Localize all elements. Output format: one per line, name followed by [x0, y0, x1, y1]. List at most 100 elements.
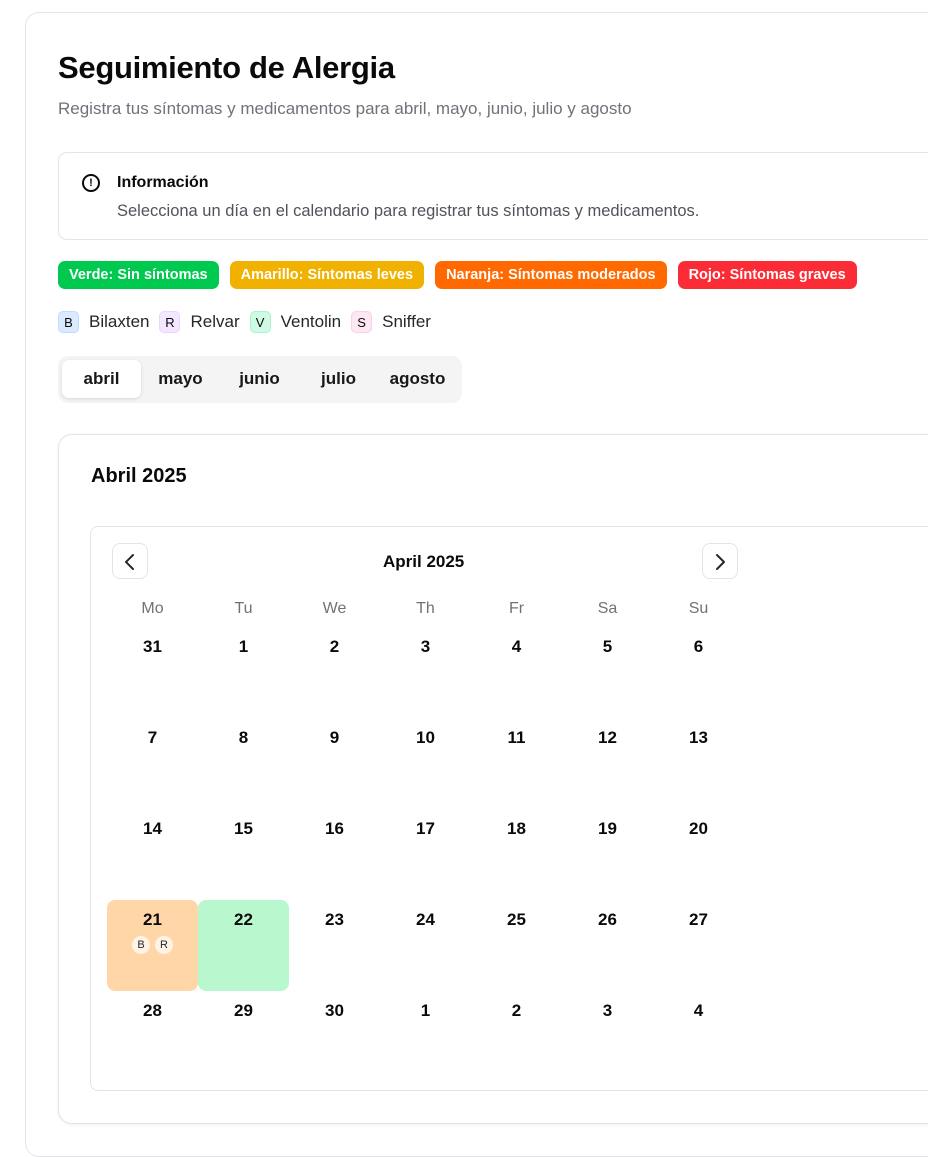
day-medication-badge: R [155, 936, 173, 954]
day-number: 7 [147, 728, 158, 747]
medication-label: Ventolin [280, 312, 342, 331]
day-number: 1 [420, 1001, 431, 1020]
calendar-day[interactable]: 1 [198, 627, 289, 718]
day-number: 23 [325, 910, 344, 929]
weekday-label: Th [416, 600, 435, 617]
day-number: 2 [511, 1001, 522, 1020]
day-number: 16 [325, 819, 344, 838]
calendar-day[interactable]: 21 B R [107, 900, 198, 991]
info-circle-icon: ! [82, 174, 100, 192]
info-title: Información [117, 174, 209, 191]
weekday-label: Tu [234, 600, 253, 617]
day-medication-badge: B [132, 936, 150, 954]
day-number: 20 [689, 819, 708, 838]
calendar-day[interactable]: 12 [562, 718, 653, 809]
day-number: 24 [416, 910, 435, 929]
legend-chip: Rojo: Síntomas graves [677, 261, 857, 289]
calendar-day[interactable]: 22 [198, 900, 289, 991]
calendar-card: Abril 2025 April 2025 Mo Tu We Th Fr Sa Su 31 1 2… [58, 434, 928, 1124]
month-tabs: abril mayo junio julio agosto [58, 356, 462, 403]
day-number: 4 [693, 1001, 704, 1020]
medication-badge: V [249, 311, 271, 333]
tab-julio[interactable]: julio [299, 360, 378, 398]
day-number: 15 [234, 819, 253, 838]
medication-item: R Relvar [159, 311, 240, 333]
day-number: 27 [689, 910, 708, 929]
calendar-day[interactable]: 2 [471, 991, 562, 1082]
calendar-day[interactable]: 4 [653, 991, 744, 1082]
day-number: 31 [143, 637, 162, 656]
day-number: 17 [416, 819, 435, 838]
prev-month-button[interactable] [112, 543, 148, 579]
info-text: Selecciona un día en el calendario para … [117, 202, 700, 220]
day-number: 12 [598, 728, 617, 747]
day-number: 26 [598, 910, 617, 929]
calendar-day[interactable]: 3 [562, 991, 653, 1082]
calendar-day[interactable]: 18 [471, 809, 562, 900]
calendar-day[interactable]: 6 [653, 627, 744, 718]
tab-mayo[interactable]: mayo [141, 360, 220, 398]
page-title: Seguimiento de Alergia [58, 50, 395, 85]
calendar-day[interactable]: 26 [562, 900, 653, 991]
tab-junio[interactable]: junio [220, 360, 299, 398]
calendar-day[interactable]: 1 [380, 991, 471, 1082]
calendar-day[interactable]: 20 [653, 809, 744, 900]
calendar-day[interactable]: 27 [653, 900, 744, 991]
calendar-day[interactable]: 28 [107, 991, 198, 1082]
calendar-day[interactable]: 31 [107, 627, 198, 718]
calendar-day[interactable]: 17 [380, 809, 471, 900]
day-number: 29 [234, 1001, 253, 1020]
calendar-day[interactable]: 30 [289, 991, 380, 1082]
calendar-day[interactable]: 7 [107, 718, 198, 809]
day-number: 9 [329, 728, 340, 747]
calendar-day[interactable]: 10 [380, 718, 471, 809]
severity-legend: Verde: Sin síntomas Amarillo: Síntomas le… [58, 261, 857, 289]
day-number: 13 [689, 728, 708, 747]
calendar-day[interactable]: 2 [289, 627, 380, 718]
day-number: 3 [420, 637, 431, 656]
calendar-day[interactable]: 23 [289, 900, 380, 991]
calendar-day[interactable]: 3 [380, 627, 471, 718]
page-subtitle: Registra tus síntomas y medicamentos par… [58, 99, 632, 118]
calendar: April 2025 Mo Tu We Th Fr Sa Su 31 1 2 3 4 5 6 7 8 9 10 11… [90, 526, 928, 1091]
day-number: 19 [598, 819, 617, 838]
day-number: 3 [602, 1001, 613, 1020]
calendar-day[interactable]: 13 [653, 718, 744, 809]
medication-item: V Ventolin [249, 311, 342, 333]
calendar-day[interactable]: 4 [471, 627, 562, 718]
calendar-day[interactable]: 11 [471, 718, 562, 809]
weekday-label: Su [688, 600, 709, 617]
calendar-day[interactable]: 16 [289, 809, 380, 900]
tab-abril[interactable]: abril [62, 360, 141, 398]
calendar-day[interactable]: 5 [562, 627, 653, 718]
medication-badge: S [351, 311, 373, 333]
calendar-day[interactable]: 15 [198, 809, 289, 900]
day-number: 6 [693, 637, 704, 656]
calendar-day[interactable]: 25 [471, 900, 562, 991]
calendar-day[interactable]: 19 [562, 809, 653, 900]
calendar-day[interactable]: 24 [380, 900, 471, 991]
weekday-label: Sa [597, 600, 618, 617]
calendar-month-label: April 2025 [383, 552, 465, 571]
calendar-day[interactable]: 14 [107, 809, 198, 900]
day-number: 8 [238, 728, 249, 747]
medication-item: B Bilaxten [58, 311, 149, 333]
day-number: 5 [602, 637, 613, 656]
next-month-button[interactable] [702, 543, 738, 579]
day-medications: BR [107, 936, 198, 954]
medication-label: Bilaxten [89, 312, 150, 331]
day-number: 4 [511, 637, 522, 656]
calendar-day[interactable]: 29 [198, 991, 289, 1082]
info-alert: ! Información Selecciona un día en el ca… [58, 152, 928, 240]
calendar-day[interactable]: 9 [289, 718, 380, 809]
calendar-card-title: Abril 2025 [91, 465, 187, 487]
medication-badge: R [159, 311, 181, 333]
tab-agosto[interactable]: agosto [378, 360, 457, 398]
day-number: 1 [238, 637, 249, 656]
day-number: 10 [416, 728, 435, 747]
calendar-day[interactable]: 8 [198, 718, 289, 809]
legend-chip: Amarillo: Síntomas leves [229, 261, 425, 289]
day-number: 14 [143, 819, 162, 838]
medication-label: Sniffer [382, 312, 431, 331]
weekday-label: Fr [508, 600, 525, 617]
